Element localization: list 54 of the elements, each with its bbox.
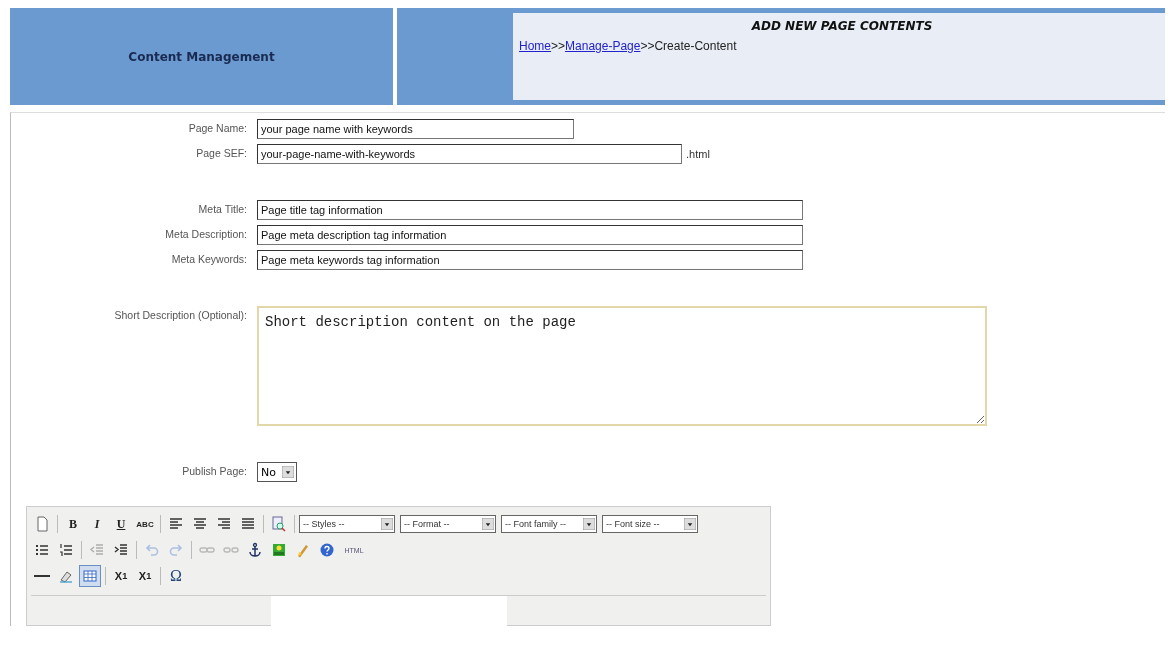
- breadcrumb-text: >>: [551, 39, 566, 53]
- anchor-icon: [247, 542, 263, 558]
- field-label: Page SEF:: [195, 146, 247, 159]
- horizontal-rule-icon: [34, 575, 50, 577]
- field-label: Meta Description:: [164, 227, 247, 240]
- caret-icon: [281, 466, 294, 478]
- align-right-icon: [216, 516, 232, 532]
- indent-icon: [113, 542, 129, 558]
- text-area[interactable]: Short description content on the page: [257, 306, 987, 426]
- document-icon: [34, 516, 50, 532]
- toolbar-button[interactable]: U: [110, 513, 132, 535]
- numbered-list-icon: [58, 542, 74, 558]
- input-field[interactable]: Page meta keywords tag information: [257, 250, 803, 270]
- field-label: Page Name:: [187, 121, 247, 134]
- caret-icon: [684, 518, 696, 530]
- redo-icon: [168, 542, 184, 558]
- section-title: Content Management: [128, 49, 275, 64]
- dropdown[interactable]: No: [257, 462, 297, 482]
- input-field[interactable]: Page meta description tag information: [257, 225, 803, 245]
- toolbar-dropdown[interactable]: -- Font size --: [602, 515, 698, 533]
- breadcrumb-link[interactable]: Manage-Page: [565, 39, 641, 53]
- help-icon: [319, 542, 335, 558]
- input-field[interactable]: your page name with keywords: [257, 119, 574, 139]
- toolbar-button[interactable]: I: [86, 513, 108, 535]
- toolbar-button[interactable]: Ω: [165, 565, 187, 587]
- field-label: Meta Keywords:: [170, 252, 247, 265]
- outdent-icon: [89, 542, 105, 558]
- toolbar-button[interactable]: ABC: [134, 513, 156, 535]
- field-label: Meta Title:: [197, 202, 247, 215]
- magnifier-icon: [271, 516, 287, 532]
- caret-icon: [381, 518, 393, 530]
- bullet-list-icon: [34, 542, 50, 558]
- toolbar-button[interactable]: B: [62, 513, 84, 535]
- align-center-icon: [192, 516, 208, 532]
- align-left-icon: [168, 516, 184, 532]
- toolbar-dropdown[interactable]: -- Format --: [400, 515, 496, 533]
- align-justify-icon: [240, 516, 256, 532]
- image-icon: [271, 542, 287, 558]
- input-field[interactable]: Page title tag information: [257, 200, 803, 220]
- toolbar-dropdown[interactable]: -- Styles --: [299, 515, 395, 533]
- caret-icon: [583, 518, 595, 530]
- toolbar-dropdown[interactable]: -- Font family --: [501, 515, 597, 533]
- extension-label: .html: [686, 148, 710, 160]
- page-title: ADD NEW PAGE CONTENTS: [750, 19, 934, 33]
- field-label: Short Description (Optional):: [113, 308, 247, 321]
- table-button[interactable]: [79, 565, 101, 587]
- brush-icon: [295, 542, 311, 558]
- table-icon: [82, 568, 98, 584]
- input-field[interactable]: your-page-name-with-keywords: [257, 144, 682, 164]
- caret-icon: [482, 518, 494, 530]
- undo-icon: [144, 542, 160, 558]
- breadcrumb-text: >>Create-Content: [640, 39, 737, 53]
- breadcrumb-link[interactable]: Home: [519, 39, 551, 53]
- field-label: Publish Page:: [181, 464, 247, 477]
